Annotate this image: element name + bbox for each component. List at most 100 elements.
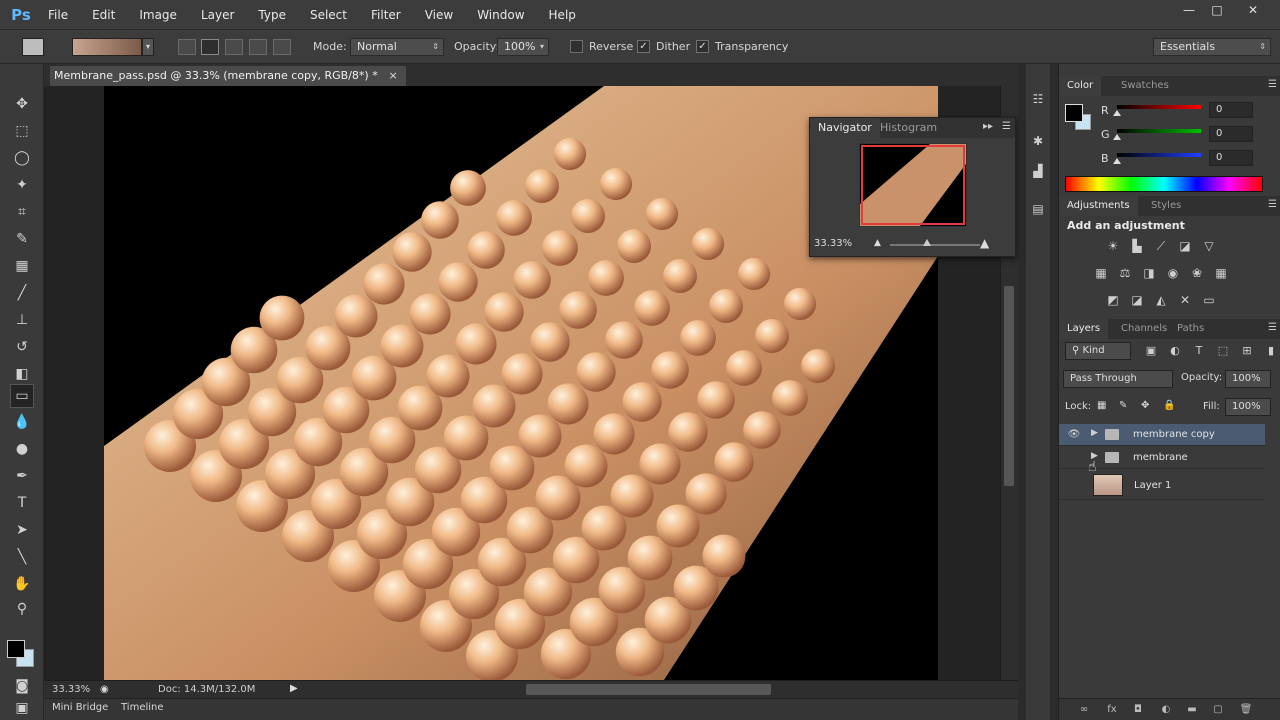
b-value[interactable]: 0 (1209, 150, 1253, 166)
g-slider[interactable] (1117, 129, 1201, 133)
zoom-tool-icon[interactable]: ⚲ (10, 597, 34, 621)
angle-gradient-button[interactable] (225, 39, 243, 55)
photo-filter-icon[interactable]: ◉ (1165, 265, 1181, 281)
eraser-tool-icon[interactable]: ◧ (10, 362, 34, 386)
visibility-eye-icon[interactable]: 👁 (1067, 428, 1081, 442)
history-panel-icon[interactable]: ☷ (1029, 90, 1047, 108)
color-spectrum-bar[interactable] (1065, 176, 1263, 192)
panel-menu-icon[interactable]: ☰ (1268, 199, 1277, 210)
curves-icon[interactable]: ⟋ (1153, 238, 1169, 254)
navigator-zoom-slider[interactable] (890, 244, 980, 246)
close-icon[interactable]: × (389, 66, 398, 86)
link-layers-icon[interactable]: ∞ (1077, 703, 1091, 717)
color-panel-foreground[interactable] (1065, 104, 1083, 122)
lock-pixels-icon[interactable]: ✎ (1119, 400, 1127, 411)
vertical-scroll-thumb[interactable] (1004, 286, 1014, 486)
horizontal-scroll-thumb[interactable] (526, 684, 771, 695)
zoom-out-icon[interactable]: ▲ (874, 238, 881, 248)
lock-transparent-icon[interactable]: ▦ (1097, 400, 1106, 411)
zoom-in-icon[interactable]: ▲ (980, 236, 989, 250)
linear-gradient-button[interactable] (178, 39, 196, 55)
transparency-checkbox[interactable]: ✓ (696, 40, 709, 53)
maximize-button[interactable]: □ (1200, 0, 1234, 20)
lock-all-icon[interactable]: 🔒 (1163, 400, 1175, 411)
clone-stamp-tool-icon[interactable]: ⊥ (10, 308, 34, 332)
mode-select[interactable]: Normal ⇕ (350, 38, 444, 56)
new-group-icon[interactable]: ▬ (1185, 703, 1199, 717)
lock-position-icon[interactable]: ✥ (1141, 400, 1149, 411)
selective-color-icon[interactable]: ✕ (1177, 292, 1193, 308)
threshold-icon[interactable]: ◭ (1153, 292, 1169, 308)
add-mask-icon[interactable]: ◘ (1131, 703, 1145, 717)
blur-tool-icon[interactable]: 💧 (10, 410, 34, 434)
invert-icon[interactable]: ◩ (1105, 292, 1121, 308)
gradient-map-icon[interactable]: ▭ (1201, 292, 1217, 308)
menu-type[interactable]: Type (246, 0, 298, 30)
tab-swatches[interactable]: Swatches (1113, 76, 1177, 96)
brightness-contrast-icon[interactable]: ☀ (1105, 238, 1121, 254)
brush-panel-icon[interactable]: ▟ (1029, 162, 1047, 180)
blend-mode-select[interactable]: Pass Through (1063, 370, 1173, 388)
filter-shape-icon[interactable]: ⬚ (1215, 343, 1231, 359)
diamond-gradient-button[interactable] (273, 39, 291, 55)
filter-pixel-icon[interactable]: ▣ (1143, 343, 1159, 359)
healing-brush-tool-icon[interactable]: ▦ (10, 254, 34, 278)
fill-field[interactable]: 100% (1225, 398, 1271, 416)
navigator-zoom-value[interactable]: 33.33% (814, 238, 852, 249)
tab-adjustments[interactable]: Adjustments (1059, 196, 1138, 216)
filter-adjustment-icon[interactable]: ◐ (1167, 343, 1183, 359)
menu-select[interactable]: Select (298, 0, 359, 30)
visibility-empty-icon[interactable] (1067, 451, 1081, 465)
b-slider[interactable] (1117, 153, 1201, 157)
tab-color[interactable]: Color (1059, 76, 1102, 96)
screen-mode-icon[interactable]: ▣ (10, 696, 34, 720)
navigator-zoom-knob[interactable] (923, 239, 931, 246)
tool-preset-picker[interactable] (22, 38, 44, 56)
gradient-swatch[interactable] (72, 38, 142, 56)
brush-presets-icon[interactable]: ✱ (1029, 132, 1047, 150)
menu-window[interactable]: Window (465, 0, 536, 30)
b-slider-knob[interactable] (1113, 158, 1121, 164)
layer-filter-kind-select[interactable]: ⚲ Kind (1065, 342, 1131, 360)
collapse-icon[interactable]: ▸▸ (983, 121, 993, 132)
eyedropper-tool-icon[interactable]: ✎ (10, 227, 34, 251)
brush-tool-icon[interactable]: ╱ (10, 281, 34, 305)
menu-layer[interactable]: Layer (189, 0, 246, 30)
navigator-view-box[interactable] (861, 145, 965, 225)
hue-saturation-icon[interactable]: ▦ (1093, 265, 1109, 281)
tab-navigator[interactable]: Navigator (810, 118, 880, 138)
radial-gradient-button[interactable] (201, 39, 219, 55)
pen-tool-icon[interactable]: ✒ (10, 464, 34, 488)
status-zoom[interactable]: 33.33% (52, 684, 90, 695)
tab-mini-bridge[interactable]: Mini Bridge (52, 702, 108, 713)
lasso-tool-icon[interactable]: ◯ (10, 146, 34, 170)
posterize-icon[interactable]: ◪ (1129, 292, 1145, 308)
navigator-thumbnail[interactable] (859, 143, 967, 227)
panel-menu-icon[interactable]: ☰ (1002, 121, 1011, 132)
tab-styles[interactable]: Styles (1143, 196, 1189, 216)
hand-tool-icon[interactable]: ✋ (10, 572, 34, 596)
tab-paths[interactable]: Paths (1169, 319, 1212, 339)
layer-opacity-field[interactable]: 100% (1225, 370, 1271, 388)
filter-toggle-icon[interactable]: ▮ (1263, 343, 1279, 359)
g-slider-knob[interactable] (1113, 134, 1121, 140)
black-white-icon[interactable]: ◨ (1141, 265, 1157, 281)
visibility-empty-icon[interactable] (1067, 479, 1081, 493)
tab-layers[interactable]: Layers (1059, 319, 1109, 339)
color-lookup-icon[interactable]: ▦ (1213, 265, 1229, 281)
delete-layer-icon[interactable]: 🗑 (1239, 703, 1253, 717)
marquee-tool-icon[interactable]: ⬚ (10, 119, 34, 143)
layer-row-layer-1[interactable]: Layer 1 (1059, 472, 1265, 500)
new-adjustment-layer-icon[interactable]: ◐ (1159, 703, 1173, 717)
menu-file[interactable]: File (36, 0, 80, 30)
magic-wand-tool-icon[interactable]: ✦ (10, 173, 34, 197)
color-balance-icon[interactable]: ⚖ (1117, 265, 1133, 281)
gradient-tool-icon[interactable]: ▭ (10, 384, 34, 408)
menu-view[interactable]: View (413, 0, 465, 30)
menu-image[interactable]: Image (127, 0, 189, 30)
menu-edit[interactable]: Edit (80, 0, 127, 30)
status-menu-arrow-icon[interactable]: ▶ (290, 683, 298, 694)
r-slider[interactable] (1117, 105, 1201, 109)
filter-smart-object-icon[interactable]: ⊞ (1239, 343, 1255, 359)
vibrance-icon[interactable]: ▽ (1201, 238, 1217, 254)
